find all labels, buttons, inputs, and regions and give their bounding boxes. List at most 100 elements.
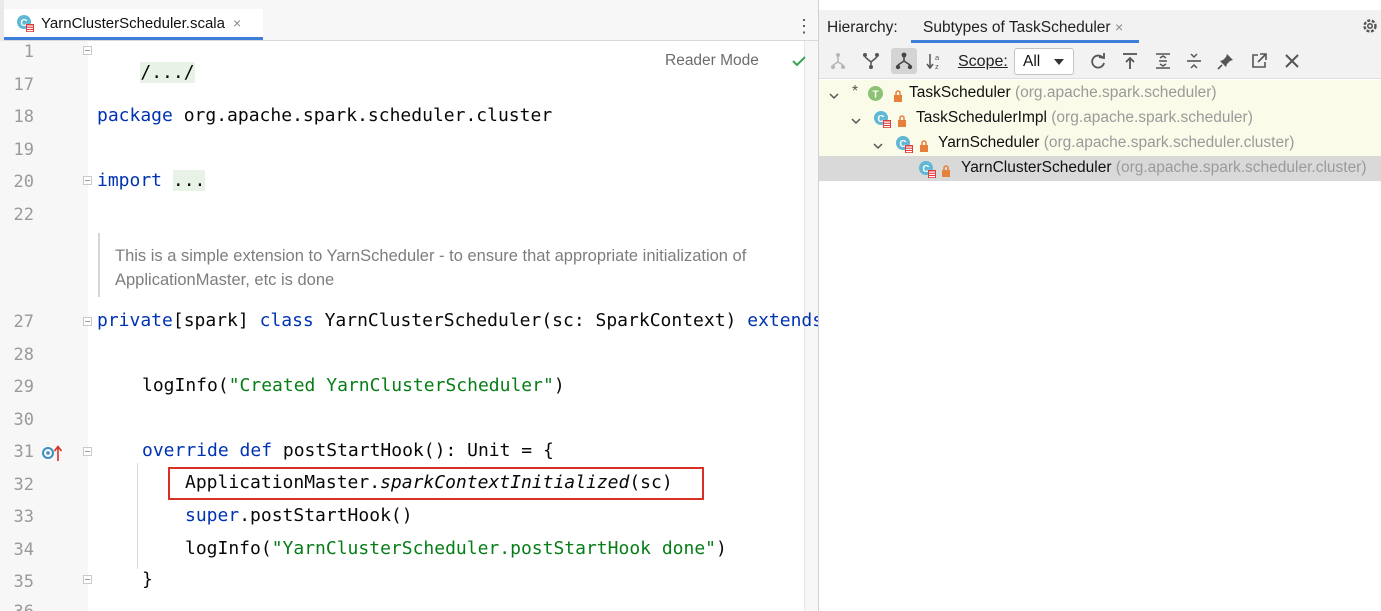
scope-value: All — [1023, 53, 1041, 70]
svg-text:z: z — [935, 62, 939, 70]
code-text: postStartHook(): Unit = { — [272, 440, 554, 461]
line-number: 30 — [13, 410, 34, 430]
fold-toggle-icon[interactable] — [83, 447, 92, 456]
tab-label: Subtypes of TaskScheduler — [923, 19, 1111, 36]
trait-badge: T — [872, 90, 878, 101]
trait-icon: T — [867, 85, 884, 102]
hierarchy-toolbar: az Scope: All — [819, 43, 1381, 79]
pin-icon[interactable] — [1217, 52, 1235, 70]
close-panel-icon[interactable] — [1283, 52, 1301, 70]
tree-item[interactable]: C TaskSchedulerImpl (org.apache.spark.sc… — [819, 106, 1381, 131]
tree-item[interactable]: C YarnScheduler (org.apache.spark.schedu… — [819, 131, 1381, 156]
fold-toggle-icon[interactable] — [83, 176, 92, 185]
expand-all-icon[interactable] — [1154, 52, 1172, 70]
tab-subtypes[interactable]: Subtypes of TaskScheduler × — [911, 10, 1139, 43]
subtypes-hierarchy-icon[interactable] — [891, 48, 917, 74]
hierarchy-title: Hierarchy: — [827, 19, 898, 36]
sort-alphabetically-icon[interactable]: az — [926, 52, 944, 71]
file-tab[interactable]: C YarnClusterScheduler.scala × — [4, 9, 263, 40]
class-hierarchy-icon[interactable] — [862, 52, 880, 70]
fold-toggle-icon[interactable] — [83, 317, 92, 326]
tree-item-label: YarnScheduler (org.apache.spark.schedule… — [938, 134, 1295, 151]
line-number: 18 — [13, 107, 34, 127]
string-literal: "YarnClusterScheduler.postStartHook done… — [271, 538, 717, 559]
keyword: package — [97, 105, 173, 126]
lock-icon — [897, 112, 907, 131]
code-line-29: logInfo("Created YarnClusterScheduler") — [142, 375, 565, 397]
svg-text:a: a — [935, 53, 940, 62]
supertypes-hierarchy-icon[interactable] — [829, 52, 847, 70]
tree-item[interactable]: * T TaskScheduler (org.apache.spark.sche… — [819, 81, 1381, 106]
hierarchy-pane: Hierarchy: Subtypes of TaskScheduler × a… — [818, 0, 1381, 611]
rendered-doc-comment: This is a simple extension to YarnSchedu… — [98, 233, 790, 297]
hierarchy-header: Hierarchy: Subtypes of TaskScheduler × — [819, 10, 1381, 43]
line-number: 28 — [13, 345, 34, 365]
line-number: 19 — [13, 140, 34, 160]
line-number: 36 — [10, 602, 34, 611]
open-in-new-window-icon[interactable] — [1250, 52, 1268, 70]
chevron-down-icon[interactable] — [828, 87, 840, 106]
folded-header[interactable]: /.../ — [140, 62, 195, 83]
tree-item-selected[interactable]: C YarnClusterScheduler (org.apache.spark… — [819, 156, 1381, 181]
inspection-ok-icon[interactable] — [791, 53, 807, 72]
tree-item-label: TaskScheduler (org.apache.spark.schedule… — [909, 84, 1217, 101]
code-line-34: logInfo("YarnClusterScheduler.postStartH… — [185, 538, 727, 560]
code-text: } — [142, 569, 153, 590]
line-number: 1 — [23, 42, 34, 62]
close-icon[interactable]: × — [233, 15, 241, 31]
code-line-27: private[spark] class YarnClusterSchedule… — [97, 310, 818, 332]
keyword: private — [97, 310, 173, 331]
close-icon[interactable]: × — [1115, 19, 1123, 35]
indent-guide — [137, 463, 138, 569]
more-options-icon[interactable]: ⋮ — [795, 17, 813, 35]
chevron-down-icon — [1054, 59, 1064, 65]
export-to-text-icon[interactable] — [1121, 52, 1139, 70]
keyword: extends — [747, 310, 818, 331]
string-literal: "Created YarnClusterScheduler" — [228, 375, 554, 396]
fold-toggle-icon[interactable] — [83, 46, 92, 55]
implements-gutter-icon[interactable] — [42, 444, 64, 466]
code-text: YarnClusterScheduler(sc: SparkContext) — [313, 310, 748, 331]
scala-class-icon: C — [918, 160, 936, 178]
line-number: 29 — [13, 377, 34, 397]
scope-dropdown[interactable]: All — [1014, 48, 1074, 75]
code-line-35: } — [142, 569, 153, 591]
code-text: logInfo( — [185, 538, 272, 559]
package-name: org.apache.spark.scheduler.cluster — [172, 105, 553, 126]
keyword: super — [185, 505, 240, 526]
code-text: logInfo( — [142, 375, 229, 396]
code-line-33: super.postStartHook() — [185, 505, 413, 527]
editor-pane: C YarnClusterScheduler.scala × ⋮ 1 17 18… — [0, 0, 818, 611]
line-number: 33 — [13, 507, 34, 527]
code-text: .postStartHook() — [239, 505, 413, 526]
keyword: import — [97, 170, 163, 191]
editor-tab-bar: C YarnClusterScheduler.scala × ⋮ — [0, 0, 818, 41]
code-line-18: package org.apache.spark.scheduler.clust… — [97, 105, 552, 127]
scala-class-icon: C — [873, 110, 891, 128]
line-number: 34 — [13, 540, 34, 560]
line-number: 31 — [13, 442, 34, 462]
doc-line-1: This is a simple extension to YarnSchedu… — [115, 247, 747, 265]
code-text: ) — [553, 375, 565, 396]
fold-toggle-icon[interactable] — [83, 575, 92, 584]
collapse-all-icon[interactable] — [1185, 52, 1203, 70]
reader-mode-button[interactable]: Reader Mode — [665, 52, 759, 70]
keyword: override def — [142, 440, 273, 461]
chevron-down-icon[interactable] — [872, 137, 884, 156]
code-line-31: override def postStartHook(): Unit = { — [142, 440, 554, 462]
lock-icon — [941, 162, 951, 181]
scope-label: Scope: — [958, 53, 1008, 70]
scala-class-icon: C — [895, 135, 913, 153]
folded-imports[interactable]: ... — [172, 170, 206, 191]
refresh-icon[interactable] — [1089, 52, 1107, 70]
tree-item-label: TaskSchedulerImpl (org.apache.spark.sche… — [916, 109, 1253, 126]
gear-icon[interactable] — [1361, 17, 1379, 39]
chevron-down-icon[interactable] — [850, 112, 862, 131]
tree-item-label: YarnClusterScheduler (org.apache.spark.s… — [961, 159, 1367, 176]
doc-line-2: ApplicationMaster, etc is done — [115, 271, 335, 289]
code-text: ) — [716, 538, 727, 559]
line-number: 22 — [13, 205, 34, 225]
code-line-1: /.../ — [97, 40, 195, 83]
line-number: 32 — [13, 475, 34, 495]
line-number: 20 — [13, 172, 34, 192]
